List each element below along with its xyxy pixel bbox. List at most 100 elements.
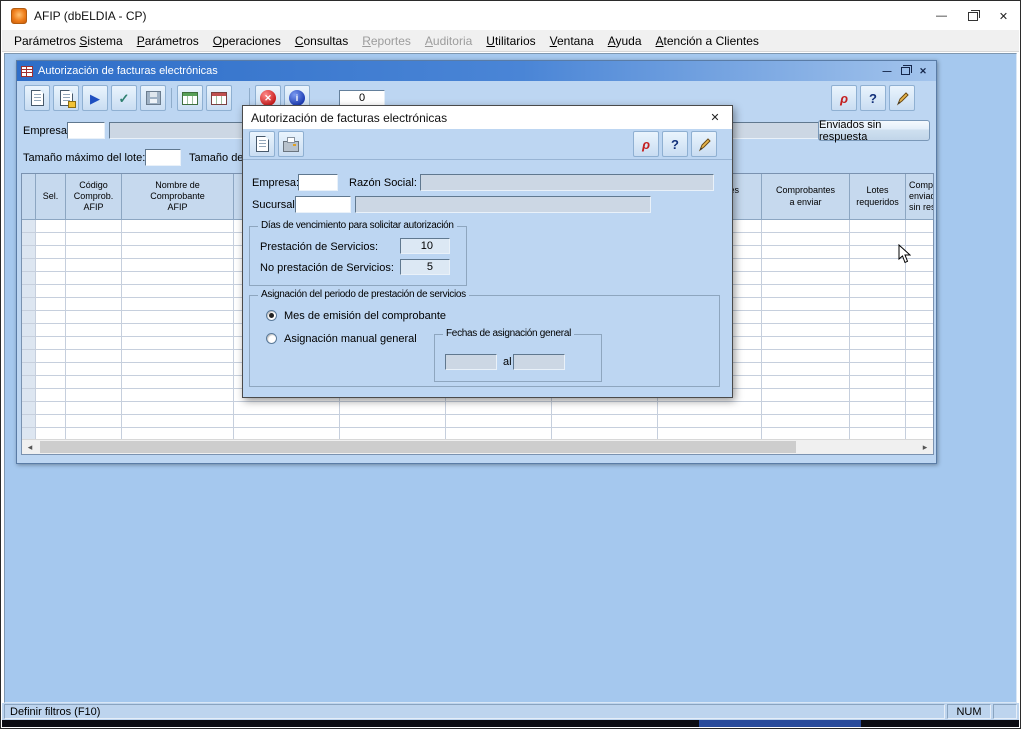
table-cell[interactable] bbox=[906, 376, 934, 389]
lot-counter-field[interactable]: 0 bbox=[339, 90, 385, 107]
table-cell[interactable] bbox=[122, 415, 234, 428]
table-cell[interactable] bbox=[36, 376, 66, 389]
table-cell[interactable] bbox=[22, 324, 36, 337]
table-cell[interactable] bbox=[552, 402, 658, 415]
dialog-new-button[interactable] bbox=[249, 131, 275, 157]
table-cell[interactable] bbox=[906, 389, 934, 402]
menu-item-parametros[interactable]: Parámetros bbox=[130, 32, 206, 50]
sucursal-code-field[interactable] bbox=[295, 196, 351, 213]
table-cell[interactable] bbox=[850, 285, 906, 298]
table-cell[interactable] bbox=[122, 350, 234, 363]
table-cell[interactable] bbox=[36, 402, 66, 415]
table-cell[interactable] bbox=[22, 233, 36, 246]
table-cell[interactable] bbox=[906, 402, 934, 415]
table-cell[interactable] bbox=[906, 220, 934, 233]
empresa-code-field[interactable] bbox=[67, 122, 105, 139]
table-cell[interactable] bbox=[446, 402, 552, 415]
table-cell[interactable] bbox=[906, 311, 934, 324]
menu-item-ayuda[interactable]: Ayuda bbox=[601, 32, 649, 50]
table-cell[interactable] bbox=[122, 376, 234, 389]
child-close-button[interactable]: ✕ bbox=[914, 64, 932, 79]
table-cell[interactable] bbox=[122, 246, 234, 259]
table-cell[interactable] bbox=[66, 337, 122, 350]
table-cell[interactable] bbox=[906, 363, 934, 376]
grid-column-header[interactable]: Lotes requeridos bbox=[850, 174, 906, 220]
table-cell[interactable] bbox=[850, 376, 906, 389]
table-cell[interactable] bbox=[850, 311, 906, 324]
scrollbar-thumb[interactable] bbox=[40, 441, 796, 453]
menu-item-operaciones[interactable]: Operaciones bbox=[206, 32, 288, 50]
table-cell[interactable] bbox=[340, 415, 446, 428]
table-cell[interactable] bbox=[762, 324, 850, 337]
table-cell[interactable] bbox=[762, 311, 850, 324]
table-cell[interactable] bbox=[234, 415, 340, 428]
table-cell[interactable] bbox=[906, 350, 934, 363]
table-cell[interactable] bbox=[122, 298, 234, 311]
table-cell[interactable] bbox=[66, 246, 122, 259]
table-cell[interactable] bbox=[36, 311, 66, 324]
table-cell[interactable] bbox=[762, 272, 850, 285]
table-cell[interactable] bbox=[22, 402, 36, 415]
dialog-close-button[interactable]: ✕ bbox=[698, 106, 732, 129]
table-cell[interactable] bbox=[446, 415, 552, 428]
table-cell[interactable] bbox=[762, 285, 850, 298]
table-cell[interactable] bbox=[762, 415, 850, 428]
menu-item-consultas[interactable]: Consultas bbox=[288, 32, 355, 50]
table-cell[interactable] bbox=[122, 220, 234, 233]
table-cell[interactable] bbox=[906, 337, 934, 350]
table-cell[interactable] bbox=[22, 363, 36, 376]
table-cell[interactable] bbox=[762, 337, 850, 350]
restore-button[interactable] bbox=[957, 2, 988, 30]
radio-mes-emision[interactable] bbox=[266, 310, 277, 321]
table-cell[interactable] bbox=[66, 389, 122, 402]
table-cell[interactable] bbox=[66, 233, 122, 246]
table-cell[interactable] bbox=[234, 402, 340, 415]
table-cell[interactable] bbox=[36, 324, 66, 337]
grid-column-header[interactable]: Sel. bbox=[36, 174, 66, 220]
child-titlebar[interactable]: Autorización de facturas electrónicas — … bbox=[17, 61, 936, 81]
table-cell[interactable] bbox=[762, 298, 850, 311]
table-cell[interactable] bbox=[552, 415, 658, 428]
table-cell[interactable] bbox=[122, 285, 234, 298]
dialog-exit-button[interactable]: ρ bbox=[633, 131, 659, 157]
table-cell[interactable] bbox=[66, 415, 122, 428]
table-cell[interactable] bbox=[36, 233, 66, 246]
table-cell[interactable] bbox=[66, 311, 122, 324]
table-cell[interactable] bbox=[762, 246, 850, 259]
table-cell[interactable] bbox=[850, 298, 906, 311]
table-cell[interactable] bbox=[66, 272, 122, 285]
table-cell[interactable] bbox=[122, 363, 234, 376]
table-cell[interactable] bbox=[122, 389, 234, 402]
table-cell[interactable] bbox=[122, 337, 234, 350]
new-document-button[interactable] bbox=[24, 85, 50, 111]
scrollbar-track[interactable] bbox=[38, 440, 917, 454]
table-cell[interactable] bbox=[66, 376, 122, 389]
table-cell[interactable] bbox=[22, 415, 36, 428]
menu-item-ventana[interactable]: Ventana bbox=[543, 32, 601, 50]
table-cell[interactable] bbox=[36, 220, 66, 233]
table-cell[interactable] bbox=[36, 246, 66, 259]
table-cell[interactable] bbox=[66, 363, 122, 376]
minimize-button[interactable]: — bbox=[926, 2, 957, 30]
app-titlebar[interactable]: AFIP (dbELDIA - CP) — ✕ bbox=[2, 2, 1019, 30]
dialog-empresa-field[interactable] bbox=[298, 174, 338, 191]
table-cell[interactable] bbox=[762, 259, 850, 272]
table-cell[interactable] bbox=[66, 285, 122, 298]
table-cell[interactable] bbox=[66, 220, 122, 233]
table-cell[interactable] bbox=[36, 337, 66, 350]
table-cell[interactable] bbox=[22, 350, 36, 363]
tamano-lote-field[interactable] bbox=[145, 149, 181, 166]
table-cell[interactable] bbox=[906, 272, 934, 285]
radio-asignacion-manual[interactable] bbox=[266, 333, 277, 344]
table-cell[interactable] bbox=[850, 272, 906, 285]
grid-column-header[interactable]: Comprobantes enviados sin respuesta bbox=[906, 174, 934, 220]
table-cell[interactable] bbox=[22, 389, 36, 402]
table-cell[interactable] bbox=[36, 272, 66, 285]
child-minimize-button[interactable]: — bbox=[878, 64, 896, 79]
table-cell[interactable] bbox=[66, 402, 122, 415]
save-button[interactable] bbox=[140, 85, 166, 111]
table-cell[interactable] bbox=[122, 259, 234, 272]
table-cell[interactable] bbox=[762, 389, 850, 402]
horizontal-scrollbar[interactable]: ◂ ▸ bbox=[22, 439, 933, 454]
radio-asignacion-manual-label[interactable]: Asignación manual general bbox=[284, 333, 417, 345]
